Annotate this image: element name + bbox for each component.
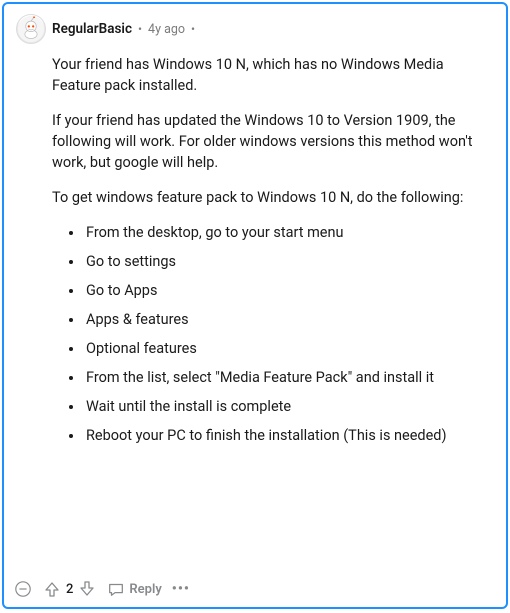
paragraph: If your friend has updated the Windows 1…: [52, 110, 494, 173]
username-link[interactable]: RegularBasic: [52, 21, 132, 37]
more-options-button[interactable]: •••: [172, 581, 190, 597]
vote-group: 2: [42, 579, 97, 599]
comment-body: Your friend has Windows 10 N, which has …: [52, 54, 494, 446]
list-item: Wait until the install is complete: [84, 396, 494, 417]
comment-footer: 2 Reply •••: [14, 579, 190, 599]
reply-label: Reply: [129, 582, 161, 597]
list-item: Reboot your PC to finish the installatio…: [84, 425, 494, 446]
meta-separator: •: [138, 22, 142, 36]
reply-button[interactable]: Reply: [107, 580, 161, 598]
collapse-button[interactable]: [14, 580, 32, 598]
timestamp: 4y ago: [148, 22, 185, 37]
instruction-list: From the desktop, go to your start menu …: [52, 222, 494, 446]
list-item: Go to settings: [84, 251, 494, 272]
upvote-button[interactable]: [42, 579, 62, 599]
list-item: Optional features: [84, 338, 494, 359]
comment-card: RegularBasic • 4y ago • Your friend has …: [2, 2, 508, 609]
list-item: Apps & features: [84, 309, 494, 330]
meta-separator: •: [191, 22, 195, 36]
vote-score: 2: [66, 582, 73, 597]
list-item: From the desktop, go to your start menu: [84, 222, 494, 243]
paragraph: To get windows feature pack to Windows 1…: [52, 187, 494, 208]
paragraph: Your friend has Windows 10 N, which has …: [52, 54, 494, 96]
comment-header: RegularBasic • 4y ago •: [16, 14, 494, 44]
avatar[interactable]: [16, 14, 46, 44]
downvote-button[interactable]: [77, 579, 97, 599]
list-item: Go to Apps: [84, 280, 494, 301]
list-item: From the list, select "Media Feature Pac…: [84, 367, 494, 388]
